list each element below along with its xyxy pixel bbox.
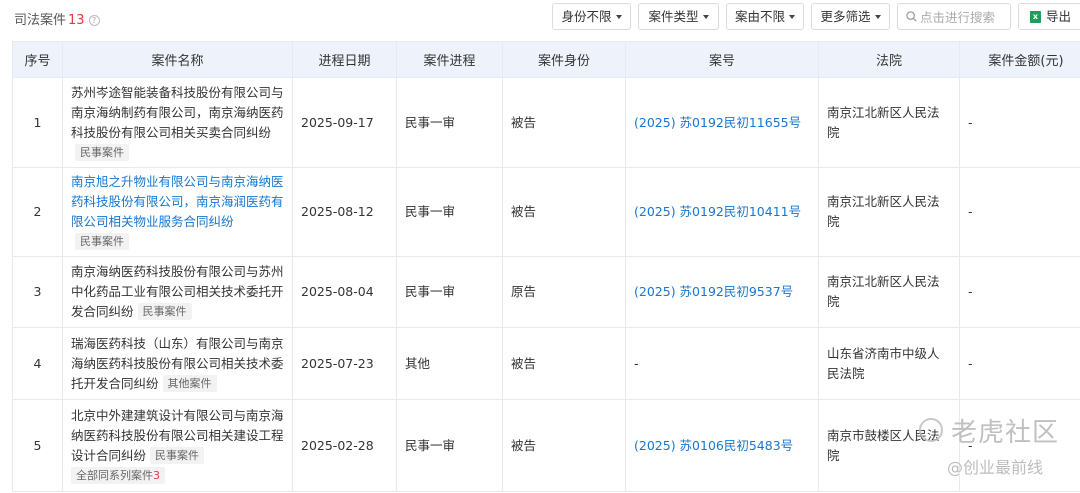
case-number-link[interactable]: (2025) 苏0192民初10411号 — [625, 167, 819, 257]
court: 南京江北新区人民法院 — [818, 256, 960, 328]
row-index: 2 — [12, 167, 63, 257]
case-role: 原告 — [502, 256, 626, 328]
caret-down-icon — [789, 15, 795, 19]
more-filters-dropdown[interactable]: 更多筛选 — [811, 3, 890, 30]
column-header-name: 案件名称 — [62, 41, 293, 78]
case-table: 序号 案件名称 进程日期 案件进程 案件身份 案号 法院 案件金额(元) 1 苏… — [12, 41, 1080, 492]
column-header-court: 法院 — [818, 41, 960, 78]
caret-down-icon — [615, 15, 622, 19]
caret-down-icon — [874, 15, 881, 19]
case-number-link[interactable]: (2025) 苏0106民初5483号 — [625, 399, 819, 492]
series-cases-label: 全部同系列案件 — [76, 468, 153, 482]
column-header-amount: 案件金额(元) — [959, 41, 1080, 78]
filter-case-type-dropdown[interactable]: 案件类型 — [638, 3, 719, 30]
row-index: 4 — [12, 327, 63, 400]
column-header-role: 案件身份 — [502, 41, 626, 78]
court: 南京江北新区人民法院 — [818, 167, 960, 257]
filter-identity-label: 身份不限 — [561, 9, 612, 24]
case-amount: - — [959, 327, 1080, 400]
case-stage: 民事一审 — [396, 256, 503, 328]
court: 山东省济南市中级人民法院 — [818, 327, 960, 400]
row-index: 5 — [12, 399, 63, 492]
case-name-cell: 苏州岑途智能装备科技股份有限公司与南京海纳制药有限公司，南京海纳医药科技股份有限… — [62, 77, 293, 168]
court: 南京市鼓楼区人民法院 — [818, 399, 960, 492]
series-cases-link[interactable]: 全部同系列案件3 — [71, 466, 165, 484]
case-name-cell: 南京海纳医药科技股份有限公司与苏州中化药品工业有限公司相关技术委托开发合同纠纷民… — [62, 256, 293, 328]
case-date: 2025-02-28 — [292, 399, 397, 492]
case-role: 被告 — [502, 77, 626, 168]
table-row: 4 瑞海医药科技（山东）有限公司与南京海纳医药科技股份有限公司相关技术委托开发合… — [12, 327, 1080, 400]
case-amount: - — [959, 77, 1080, 168]
case-number: - — [625, 327, 819, 400]
court: 南京江北新区人民法院 — [818, 77, 960, 168]
column-header-case-no: 案号 — [625, 41, 819, 78]
column-header-date: 进程日期 — [292, 41, 397, 78]
table-row: 5 北京中外建建筑设计有限公司与南京海纳医药科技股份有限公司相关建设工程设计合同… — [12, 399, 1080, 492]
case-type-tag: 民事案件 — [137, 303, 192, 320]
case-count: 13 — [68, 13, 85, 28]
case-name-cell: 南京旭之升物业有限公司与南京海纳医药科技股份有限公司，南京海润医药有限公司相关物… — [62, 167, 293, 257]
case-stage: 民事一审 — [396, 167, 503, 257]
case-date: 2025-09-17 — [292, 77, 397, 168]
table-row: 2 南京旭之升物业有限公司与南京海纳医药科技股份有限公司，南京海润医药有限公司相… — [12, 167, 1080, 257]
filter-identity-dropdown[interactable]: 身份不限 — [552, 3, 631, 30]
column-header-stage: 案件进程 — [396, 41, 503, 78]
case-stage: 其他 — [396, 327, 503, 400]
column-header-index: 序号 — [12, 41, 63, 78]
section-title-label: 司法案件 — [14, 13, 67, 28]
case-amount: - — [959, 399, 1080, 492]
case-amount: - — [959, 167, 1080, 257]
more-filters-label: 更多筛选 — [820, 9, 871, 24]
excel-icon: x — [1030, 11, 1041, 23]
case-name-link[interactable]: 南京旭之升物业有限公司与南京海纳医药科技股份有限公司，南京海润医药有限公司相关物… — [71, 174, 284, 229]
search-icon — [906, 11, 917, 22]
case-name-cell: 瑞海医药科技（山东）有限公司与南京海纳医药科技股份有限公司相关技术委托开发合同纠… — [62, 327, 293, 400]
caret-down-icon — [702, 15, 709, 19]
export-label: 导出 — [1046, 9, 1072, 24]
case-name[interactable]: 苏州岑途智能装备科技股份有限公司与南京海纳制药有限公司，南京海纳医药科技股份有限… — [71, 85, 284, 140]
case-stage: 民事一审 — [396, 399, 503, 492]
search-box[interactable] — [897, 3, 1011, 30]
filter-cause-dropdown[interactable]: 案由不限 — [726, 3, 804, 30]
export-button[interactable]: x 导出 — [1018, 3, 1080, 30]
search-input[interactable] — [920, 8, 1008, 26]
table-row: 1 苏州岑途智能装备科技股份有限公司与南京海纳制药有限公司，南京海纳医药科技股份… — [12, 77, 1080, 168]
table-row: 3 南京海纳医药科技股份有限公司与苏州中化药品工业有限公司相关技术委托开发合同纠… — [12, 256, 1080, 328]
case-type-tag: 民事案件 — [75, 143, 129, 161]
case-role: 被告 — [502, 399, 626, 492]
case-type-tag: 民事案件 — [150, 446, 205, 464]
filter-cause-label: 案由不限 — [734, 9, 785, 24]
filter-case-type-label: 案件类型 — [648, 9, 699, 24]
row-index: 3 — [12, 256, 63, 328]
case-date: 2025-08-04 — [292, 256, 397, 328]
case-role: 被告 — [502, 327, 626, 400]
case-type-tag: 其他案件 — [162, 374, 217, 392]
case-number-link[interactable]: (2025) 苏0192民初9537号 — [625, 256, 819, 328]
case-type-tag: 民事案件 — [75, 233, 129, 250]
toolbar: 司法案件13? 身份不限 案件类型 案由不限 更多筛选 x 导出 — [0, 0, 1080, 34]
case-number-link[interactable]: (2025) 苏0192民初11655号 — [625, 77, 819, 168]
table-header-row: 序号 案件名称 进程日期 案件进程 案件身份 案号 法院 案件金额(元) — [12, 41, 1080, 78]
case-amount: - — [959, 256, 1080, 328]
series-cases-count: 3 — [153, 468, 160, 482]
section-title: 司法案件 13? — [14, 9, 100, 28]
case-date: 2025-07-23 — [292, 327, 397, 400]
row-index: 1 — [12, 77, 63, 168]
case-date: 2025-08-12 — [292, 167, 397, 257]
question-circle-icon[interactable]: ? — [88, 15, 100, 26]
case-role: 被告 — [502, 167, 626, 257]
case-stage: 民事一审 — [396, 77, 503, 168]
case-name-cell: 北京中外建建筑设计有限公司与南京海纳医药科技股份有限公司相关建设工程设计合同纠纷… — [62, 399, 293, 492]
